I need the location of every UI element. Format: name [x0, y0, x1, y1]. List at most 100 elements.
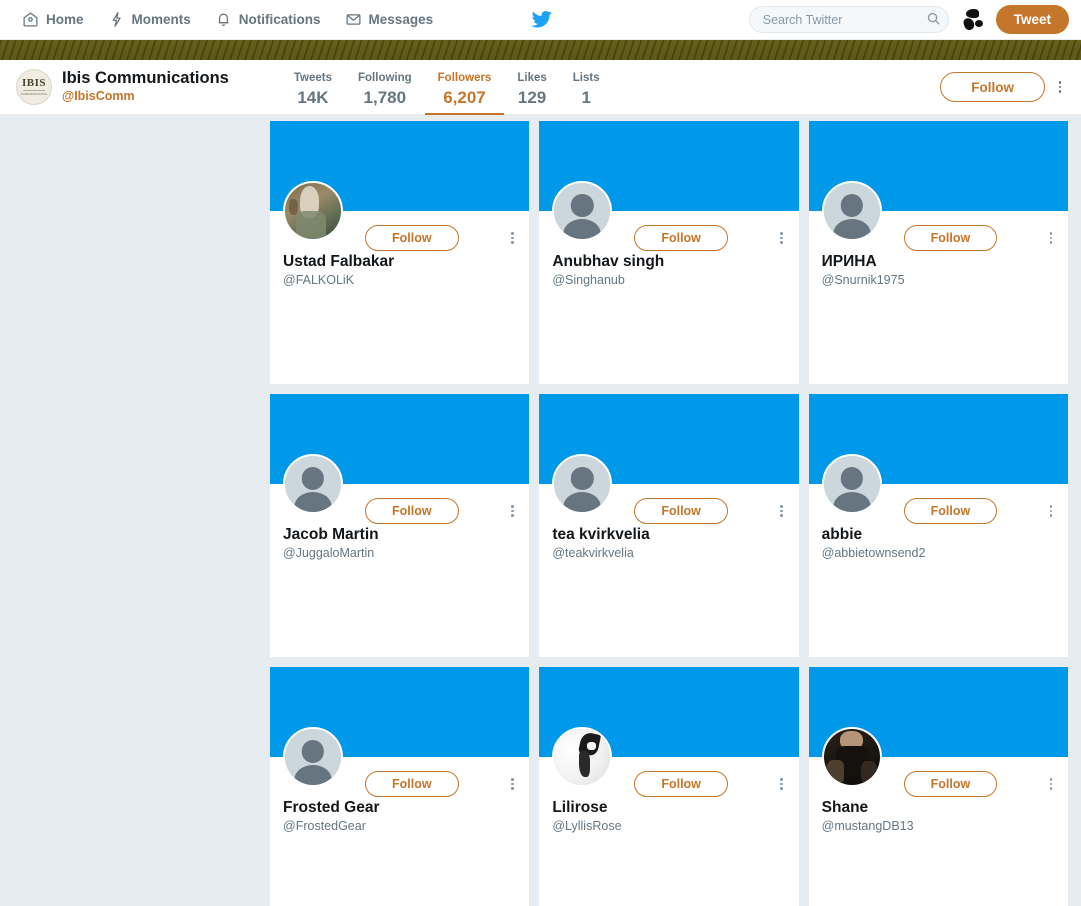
follow-button[interactable]: Follow [903, 771, 998, 797]
follower-card-identity: Frosted Gear @FrostedGear [283, 798, 519, 836]
default-avatar-icon [554, 456, 611, 512]
follower-card[interactable]: Follow Shane @mustangDB13 [808, 667, 1068, 906]
page-title[interactable]: Ibis Communications [62, 69, 229, 88]
follower-handle[interactable]: @mustangDB13 [822, 817, 1058, 836]
kebab-menu-icon[interactable] [773, 502, 791, 520]
follower-card[interactable]: Follow Anubhav singh @Singhanub [539, 121, 799, 384]
follower-card[interactable]: Follow abbie @abbietownsend2 [808, 394, 1068, 657]
follower-name[interactable]: Anubhav singh [552, 252, 788, 271]
follower-card-actions: Follow [365, 498, 521, 524]
follower-handle[interactable]: @LyllisRose [552, 817, 788, 836]
twitter-bird-icon[interactable] [529, 8, 553, 32]
follower-name[interactable]: Ustad Falbakar [283, 252, 519, 271]
kebab-menu-icon[interactable] [503, 502, 521, 520]
kebab-dot [511, 787, 514, 790]
followers-grid: Follow Ustad Falbakar @FALKOLiK Follow Anubh… [0, 115, 1081, 906]
default-avatar-icon [823, 183, 880, 239]
profile-handle[interactable]: @IbisComm [62, 88, 229, 104]
kebab-dot [511, 236, 514, 240]
avatar[interactable] [283, 727, 343, 787]
avatar[interactable] [821, 181, 882, 241]
follower-card[interactable]: Follow Lilirose @LyllisRose [539, 667, 799, 906]
kebab-menu-icon[interactable] [1042, 502, 1060, 520]
follower-handle[interactable]: @Snurnik1975 [822, 271, 1058, 290]
avatar[interactable] [821, 727, 882, 787]
follower-handle[interactable]: @JuggaloMartin [283, 544, 519, 563]
avatar[interactable] [283, 181, 343, 241]
avatar-shape-1 [965, 9, 979, 18]
follower-name[interactable]: Lilirose [552, 798, 788, 817]
tab-lists[interactable]: Lists 1 [560, 60, 613, 115]
tab-tweets[interactable]: Tweets 14K [281, 60, 345, 115]
kebab-menu-icon[interactable] [503, 229, 521, 247]
follow-button[interactable]: Follow [634, 225, 728, 251]
follower-card[interactable]: Follow Frosted Gear @FrostedGear [270, 667, 530, 906]
kebab-dot [780, 514, 783, 517]
kebab-menu-icon[interactable] [1042, 229, 1060, 247]
follower-card-identity: tea kvirkvelia @teakvirkvelia [552, 525, 788, 563]
kebab-menu-icon[interactable] [1042, 775, 1060, 793]
tweet-button[interactable]: Tweet [995, 5, 1069, 34]
follow-button[interactable]: Follow [365, 771, 459, 797]
nav-item-notifications[interactable]: Notifications [205, 0, 335, 40]
follow-button[interactable]: Follow [634, 498, 728, 524]
kebab-menu-icon[interactable] [503, 775, 521, 793]
follower-handle[interactable]: @Singhanub [552, 271, 788, 290]
kebab-menu-icon[interactable] [773, 229, 791, 247]
follow-button[interactable]: Follow [634, 771, 728, 797]
kebab-dot [780, 509, 783, 513]
follow-button[interactable]: Follow [365, 225, 459, 251]
search-input[interactable] [748, 6, 949, 33]
avatar[interactable] [958, 6, 986, 33]
avatar[interactable] [552, 727, 613, 787]
follower-name[interactable]: Shane [822, 798, 1058, 817]
avatar[interactable] [552, 181, 613, 241]
follower-handle[interactable]: @FrostedGear [283, 817, 519, 836]
kebab-dot [1049, 232, 1053, 235]
follower-name[interactable]: Jacob Martin [283, 525, 519, 544]
follower-name[interactable]: tea kvirkvelia [552, 525, 788, 544]
tab-likes[interactable]: Likes 129 [504, 60, 559, 115]
follower-card[interactable]: Follow Jacob Martin @JuggaloMartin [270, 394, 530, 657]
nav-item-home[interactable]: Home [12, 0, 98, 40]
kebab-dot [511, 778, 514, 781]
follower-card[interactable]: Follow tea kvirkvelia @teakvirkvelia [539, 394, 799, 657]
nav-item-messages[interactable]: Messages [335, 0, 448, 40]
follow-button[interactable]: Follow [903, 225, 998, 251]
avatar-shape-3 [974, 20, 983, 27]
follower-handle[interactable]: @abbietownsend2 [822, 544, 1058, 563]
kebab-dot [780, 232, 783, 235]
tab-followers-value: 6,207 [443, 87, 486, 107]
kebab-menu-icon[interactable] [1051, 78, 1069, 96]
follower-name[interactable]: Frosted Gear [283, 798, 519, 817]
kebab-dot [780, 782, 783, 786]
nav-item-moments[interactable]: Moments [98, 0, 205, 40]
profile-avatar[interactable]: IBIS COMMUNICATIONS [16, 69, 52, 105]
follower-card[interactable]: Follow ИРИНА @Snurnik1975 [808, 121, 1068, 384]
tab-followers[interactable]: Followers 6,207 [424, 60, 505, 115]
kebab-dot [1049, 505, 1053, 508]
follower-card[interactable]: Follow Ustad Falbakar @FALKOLiK [270, 121, 530, 384]
avatar[interactable] [552, 454, 613, 514]
avatar[interactable] [283, 454, 343, 514]
search-icon[interactable] [926, 11, 941, 31]
follow-button[interactable]: Follow [903, 498, 998, 524]
nav-item-moments-label: Moments [131, 12, 191, 27]
tab-following[interactable]: Following 1,780 [345, 60, 425, 115]
tab-lists-label: Lists [572, 71, 600, 84]
kebab-dot [1049, 782, 1053, 786]
follower-card-actions: Follow [365, 225, 521, 251]
follow-button[interactable]: Follow [365, 498, 459, 524]
lightning-icon [108, 11, 125, 28]
avatar[interactable] [821, 454, 882, 514]
follower-name[interactable]: ИРИНА [822, 252, 1058, 271]
follow-button[interactable]: Follow [940, 72, 1045, 102]
follower-handle[interactable]: @teakvirkvelia [552, 544, 788, 563]
tab-followers-label: Followers [437, 71, 492, 84]
tab-following-label: Following [358, 71, 412, 84]
kebab-menu-icon[interactable] [773, 775, 791, 793]
follower-name[interactable]: abbie [822, 525, 1058, 544]
bell-icon [215, 11, 232, 28]
tab-lists-value: 1 [581, 87, 591, 107]
follower-handle[interactable]: @FALKOLiK [283, 271, 519, 290]
